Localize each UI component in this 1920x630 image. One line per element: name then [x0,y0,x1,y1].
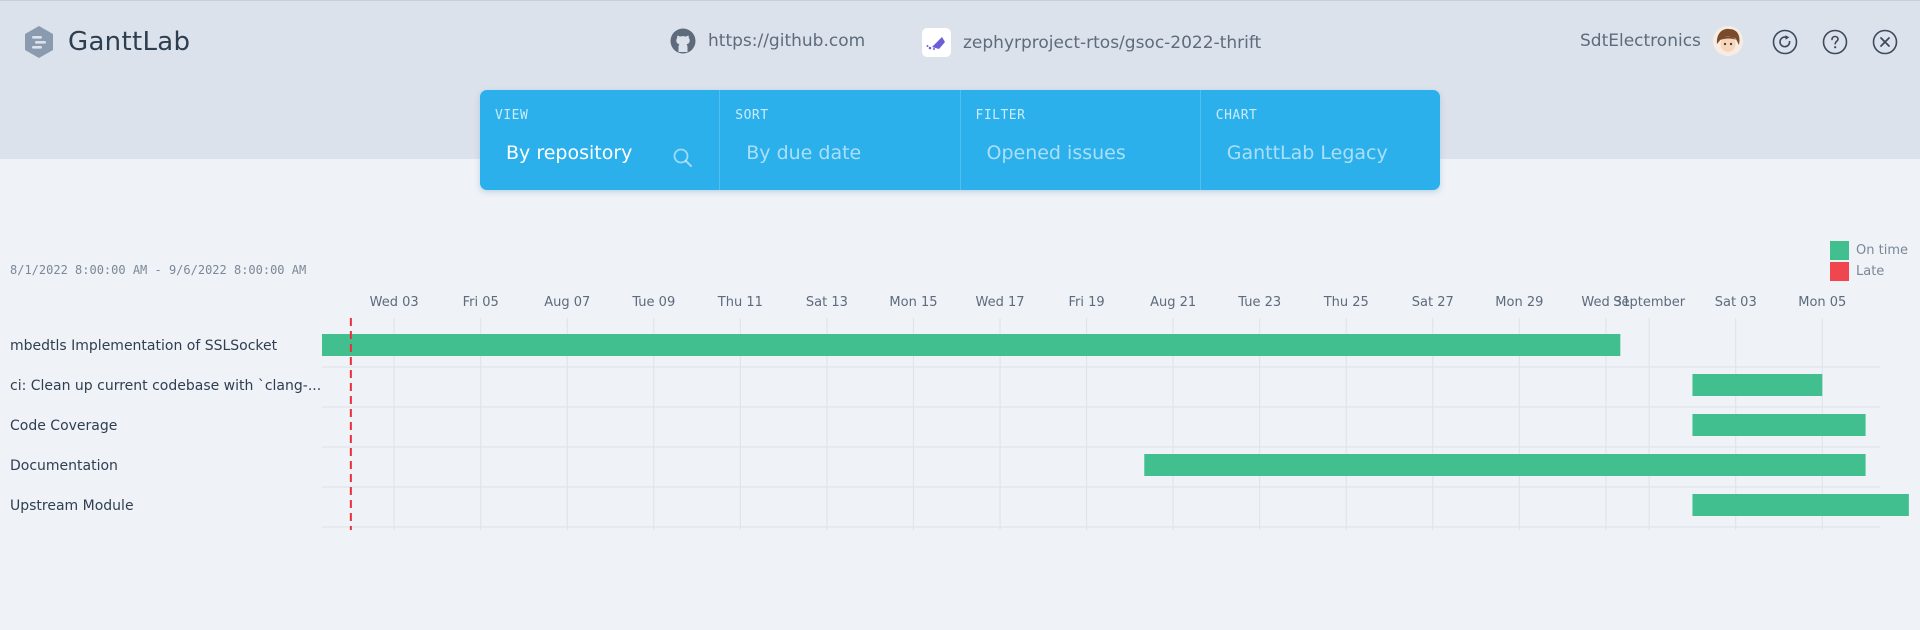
tick-label: Aug 21 [1150,295,1196,310]
task-bar[interactable] [1144,454,1866,476]
view-selector[interactable]: VIEW By repository [480,90,721,190]
tick-label: Thu 25 [1323,295,1369,310]
filter-selector[interactable]: FILTER Opened issues [961,90,1201,190]
tick-label: Tue 09 [631,295,675,310]
legend-item-late: Late [1830,261,1908,282]
app-title: GanttLab [68,27,191,57]
ganttlab-logo-icon [25,26,53,58]
legend-label-late: Late [1856,264,1885,279]
source-url: https://github.com [708,31,866,51]
chart-selector[interactable]: CHART GanttLab Legacy [1201,90,1440,190]
chart-value: GanttLab Legacy [1226,142,1388,164]
chart-legend: On time Late [1830,240,1908,282]
tick-label: Sat 03 [1715,295,1757,310]
chart-label: CHART [1215,108,1258,123]
tick-label: Wed 17 [976,295,1025,310]
tick-label: Mon 29 [1495,295,1543,310]
filter-value: Opened issues [986,142,1126,164]
user-name: SdtElectronics [1580,31,1701,51]
tick-label: Sat 13 [806,295,848,310]
project-link[interactable]: zephyrproject-rtos/gsoc-2022-thrift [922,28,1261,57]
control-panel: VIEW By repository SORT By due date FILT… [480,90,1440,190]
tick-label: Fri 19 [1068,295,1104,310]
legend-label-on-time: On time [1856,243,1908,258]
sort-selector[interactable]: SORT By due date [720,90,961,190]
task-label: mbedtls Implementation of SSLSocket [10,338,278,354]
task-label: ci: Clean up current codebase with `clan… [10,378,321,394]
task-bar[interactable] [1692,374,1823,396]
project-avatar-icon [922,28,951,57]
view-label: VIEW [495,108,529,123]
tick-label: Sat 27 [1412,295,1454,310]
tick-label: Mon 15 [889,295,937,310]
tick-label: Wed 03 [370,295,419,310]
tick-label: September [1613,295,1686,310]
task-bar[interactable] [1692,414,1866,436]
sort-label: SORT [735,108,769,123]
tick-label: Fri 05 [463,295,499,310]
filter-label: FILTER [975,108,1026,123]
date-range-label: 8/1/2022 8:00:00 AM - 9/6/2022 8:00:00 A… [10,263,307,277]
task-bar[interactable] [1692,494,1909,516]
github-icon [670,28,696,54]
app-logo[interactable]: GanttLab [24,25,190,59]
sort-value: By due date [746,142,862,164]
tick-label: Tue 23 [1237,295,1281,310]
search-icon[interactable] [672,147,694,169]
legend-item-on-time: On time [1830,240,1908,261]
view-value: By repository [506,142,633,164]
close-icon[interactable] [1872,29,1898,55]
legend-swatch-late [1830,262,1849,281]
legend-swatch-on-time [1830,241,1849,260]
tick-label: Mon 05 [1798,295,1846,310]
project-name: zephyrproject-rtos/gsoc-2022-thrift [963,32,1262,53]
source-link[interactable]: https://github.com [670,28,865,54]
task-label: Code Coverage [10,418,117,434]
tick-label: Thu 11 [717,295,763,310]
user-menu[interactable]: SdtElectronics [1580,26,1743,56]
help-icon[interactable] [1822,29,1848,55]
user-avatar [1712,26,1743,56]
task-bar[interactable] [322,334,1621,356]
task-label: Documentation [10,458,118,474]
refresh-icon[interactable] [1772,29,1798,55]
task-label: Upstream Module [10,498,134,514]
tick-label: Aug 07 [544,295,590,310]
